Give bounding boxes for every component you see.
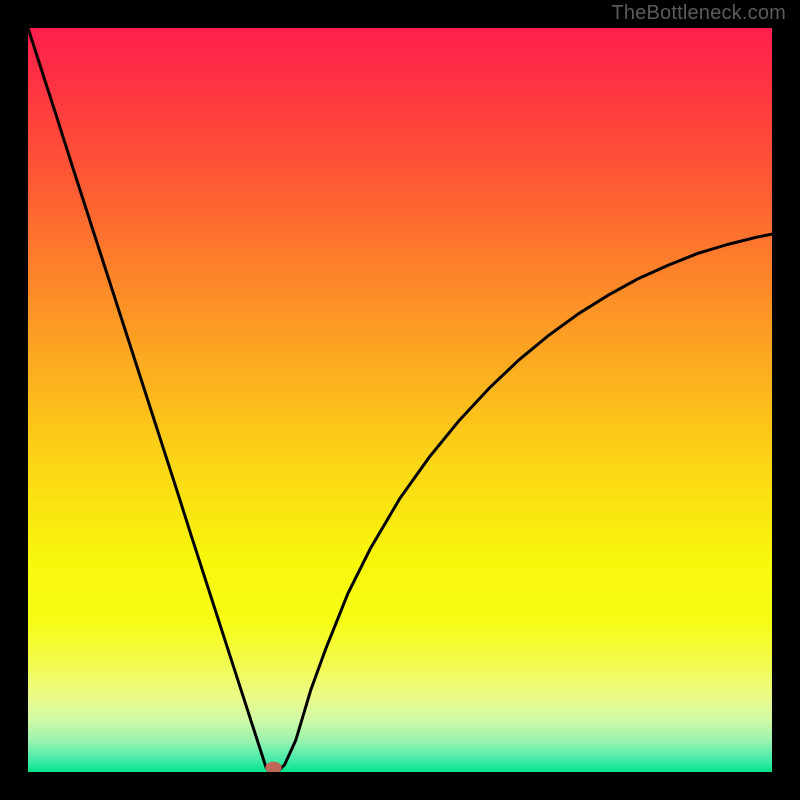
plot-area	[28, 28, 772, 772]
watermark-text: TheBottleneck.com	[611, 2, 786, 25]
bottleneck-curve	[28, 28, 772, 772]
chart-frame: TheBottleneck.com	[0, 0, 800, 800]
curve-layer	[28, 28, 772, 772]
optimal-point-marker	[265, 762, 281, 772]
